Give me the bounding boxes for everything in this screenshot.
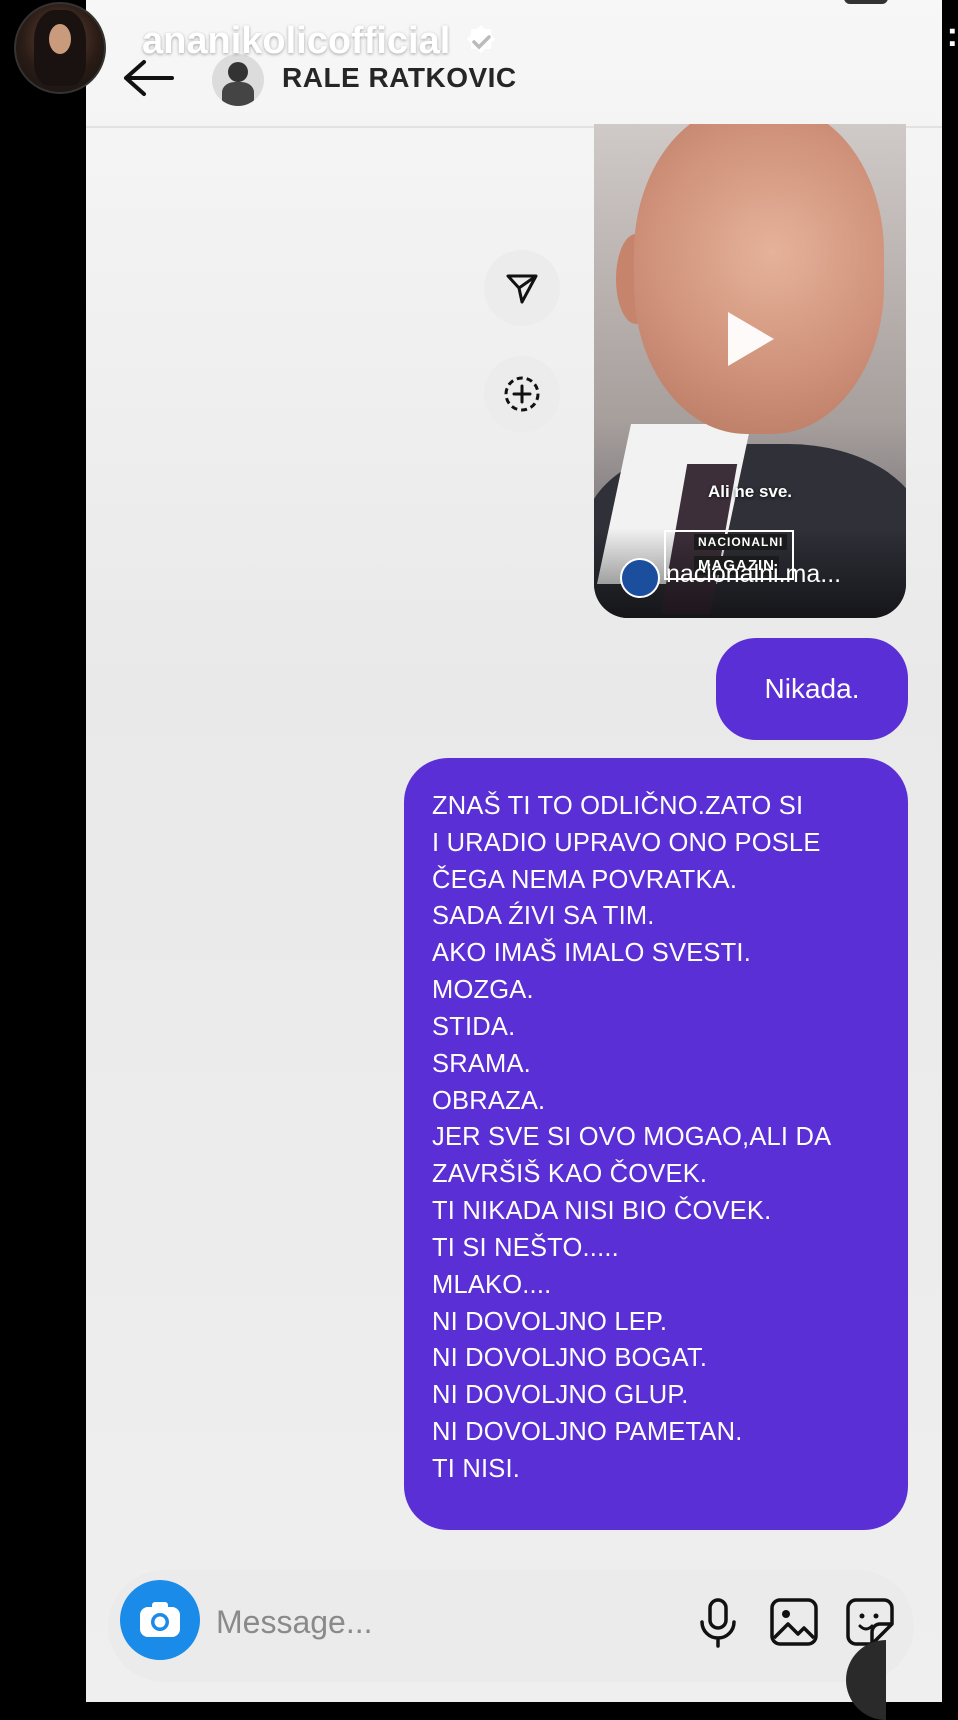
contact-name[interactable]: RALE RATKOVIC: [282, 62, 517, 94]
more-icon[interactable]: :: [947, 18, 958, 52]
camera-icon: [140, 1602, 180, 1637]
video-caption: Ali ne sve.: [707, 482, 793, 501]
message-line: TI SI NEŠTO.....: [432, 1234, 619, 1262]
gallery-icon[interactable]: [766, 1594, 822, 1650]
add-story-icon: [504, 376, 540, 412]
message-line: TI NIKADA NISI BIO ČOVEK.: [432, 1197, 772, 1225]
message-line: I URADIO UPRAVO ONO POSLE: [432, 829, 821, 857]
add-to-story-button[interactable]: [484, 356, 560, 432]
message-line: MLAKO....: [432, 1271, 552, 1299]
story-username[interactable]: ananikolicofficial: [142, 20, 500, 63]
message-line: NI DOVOLJNO GLUP.: [432, 1381, 689, 1409]
message-bubble[interactable]: ZNAŠ TI TO ODLIČNO.ZATO SI I URADIO UPRA…: [404, 758, 908, 1530]
sticker-icon[interactable]: [842, 1594, 898, 1650]
dm-screen: RALE RATKOVIC Ali ne sve. NACIONALNI MAG…: [86, 0, 942, 1702]
message-line: TI NISI.: [432, 1455, 521, 1483]
message-bubble[interactable]: Nikada.: [716, 638, 908, 740]
video-thumbnail: [634, 124, 884, 434]
battery-icon: [844, 0, 888, 4]
source-logo-icon: [620, 558, 660, 598]
message-line: NI DOVOLJNO PAMETAN.: [432, 1418, 743, 1446]
message-line: NI DOVOLJNO LEP.: [432, 1308, 668, 1336]
message-line: ZAVRŠIŠ KAO ČOVEK.: [432, 1160, 708, 1188]
message-line: OBRAZA.: [432, 1087, 546, 1115]
shared-video-card[interactable]: Ali ne sve. NACIONALNI MAGAZIN nacionaln…: [594, 124, 906, 618]
message-line: AKO IMAŠ IMALO SVESTI.: [432, 939, 751, 967]
message-line: STIDA.: [432, 1013, 516, 1041]
play-icon[interactable]: [728, 312, 774, 366]
story-username-text: ananikolicofficial: [142, 20, 451, 62]
microphone-icon[interactable]: [690, 1594, 746, 1650]
share-button[interactable]: [484, 250, 560, 326]
back-arrow-icon[interactable]: [122, 58, 176, 98]
message-input[interactable]: Message...: [216, 1604, 373, 1641]
message-text: Nikada.: [764, 673, 860, 704]
message-line: SRAMA.: [432, 1050, 531, 1078]
message-line: MOZGA.: [432, 976, 534, 1004]
message-line: ČEGA NEMA POVRATKA.: [432, 866, 738, 894]
share-icon: [506, 274, 538, 304]
story-avatar[interactable]: [14, 2, 106, 94]
message-line: JER SVE SI OVO MOGAO,ALI DA: [432, 1123, 832, 1151]
camera-button[interactable]: [120, 1580, 200, 1660]
verified-badge-icon: [467, 24, 496, 53]
brand-top: NACIONALNI: [694, 534, 788, 550]
video-source[interactable]: nacionalni.ma...: [666, 560, 841, 589]
message-line: ZNAŠ TI TO ODLIČNO.ZATO SI: [432, 792, 804, 820]
message-line: NI DOVOLJNO BOGAT.: [432, 1344, 708, 1372]
message-line: SADA ŹIVI SA TIM.: [432, 902, 655, 930]
